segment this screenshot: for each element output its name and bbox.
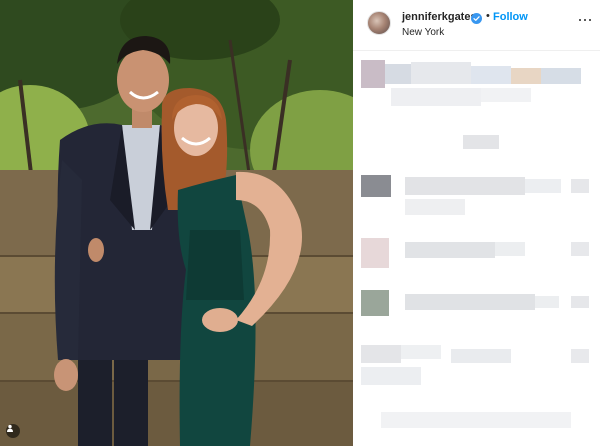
more-options-icon[interactable] xyxy=(579,18,591,22)
pixelated-comment-1 xyxy=(463,135,513,155)
pixelated-comment-4 xyxy=(361,290,591,330)
pixelated-comment-3 xyxy=(361,238,591,278)
verified-badge-icon xyxy=(471,11,482,24)
profile-avatar[interactable] xyxy=(367,11,391,35)
pixelated-footer xyxy=(361,412,591,438)
follow-button[interactable]: Follow xyxy=(493,11,528,23)
pixelated-comment-2 xyxy=(361,175,591,220)
pixelated-comment-5 xyxy=(361,345,591,395)
post-photo[interactable] xyxy=(0,0,353,446)
location-link[interactable]: New York xyxy=(402,27,444,38)
separator-dot: • xyxy=(486,10,490,22)
post-sidebar: jenniferkgates • Follow New York xyxy=(353,0,600,446)
post-header: jenniferkgates • Follow New York xyxy=(353,0,600,50)
pixelated-caption xyxy=(361,60,591,115)
header-divider xyxy=(353,50,600,51)
username-link[interactable]: jenniferkgates xyxy=(402,11,477,23)
photo-scene xyxy=(0,0,353,446)
tagged-people-icon[interactable] xyxy=(6,424,20,438)
